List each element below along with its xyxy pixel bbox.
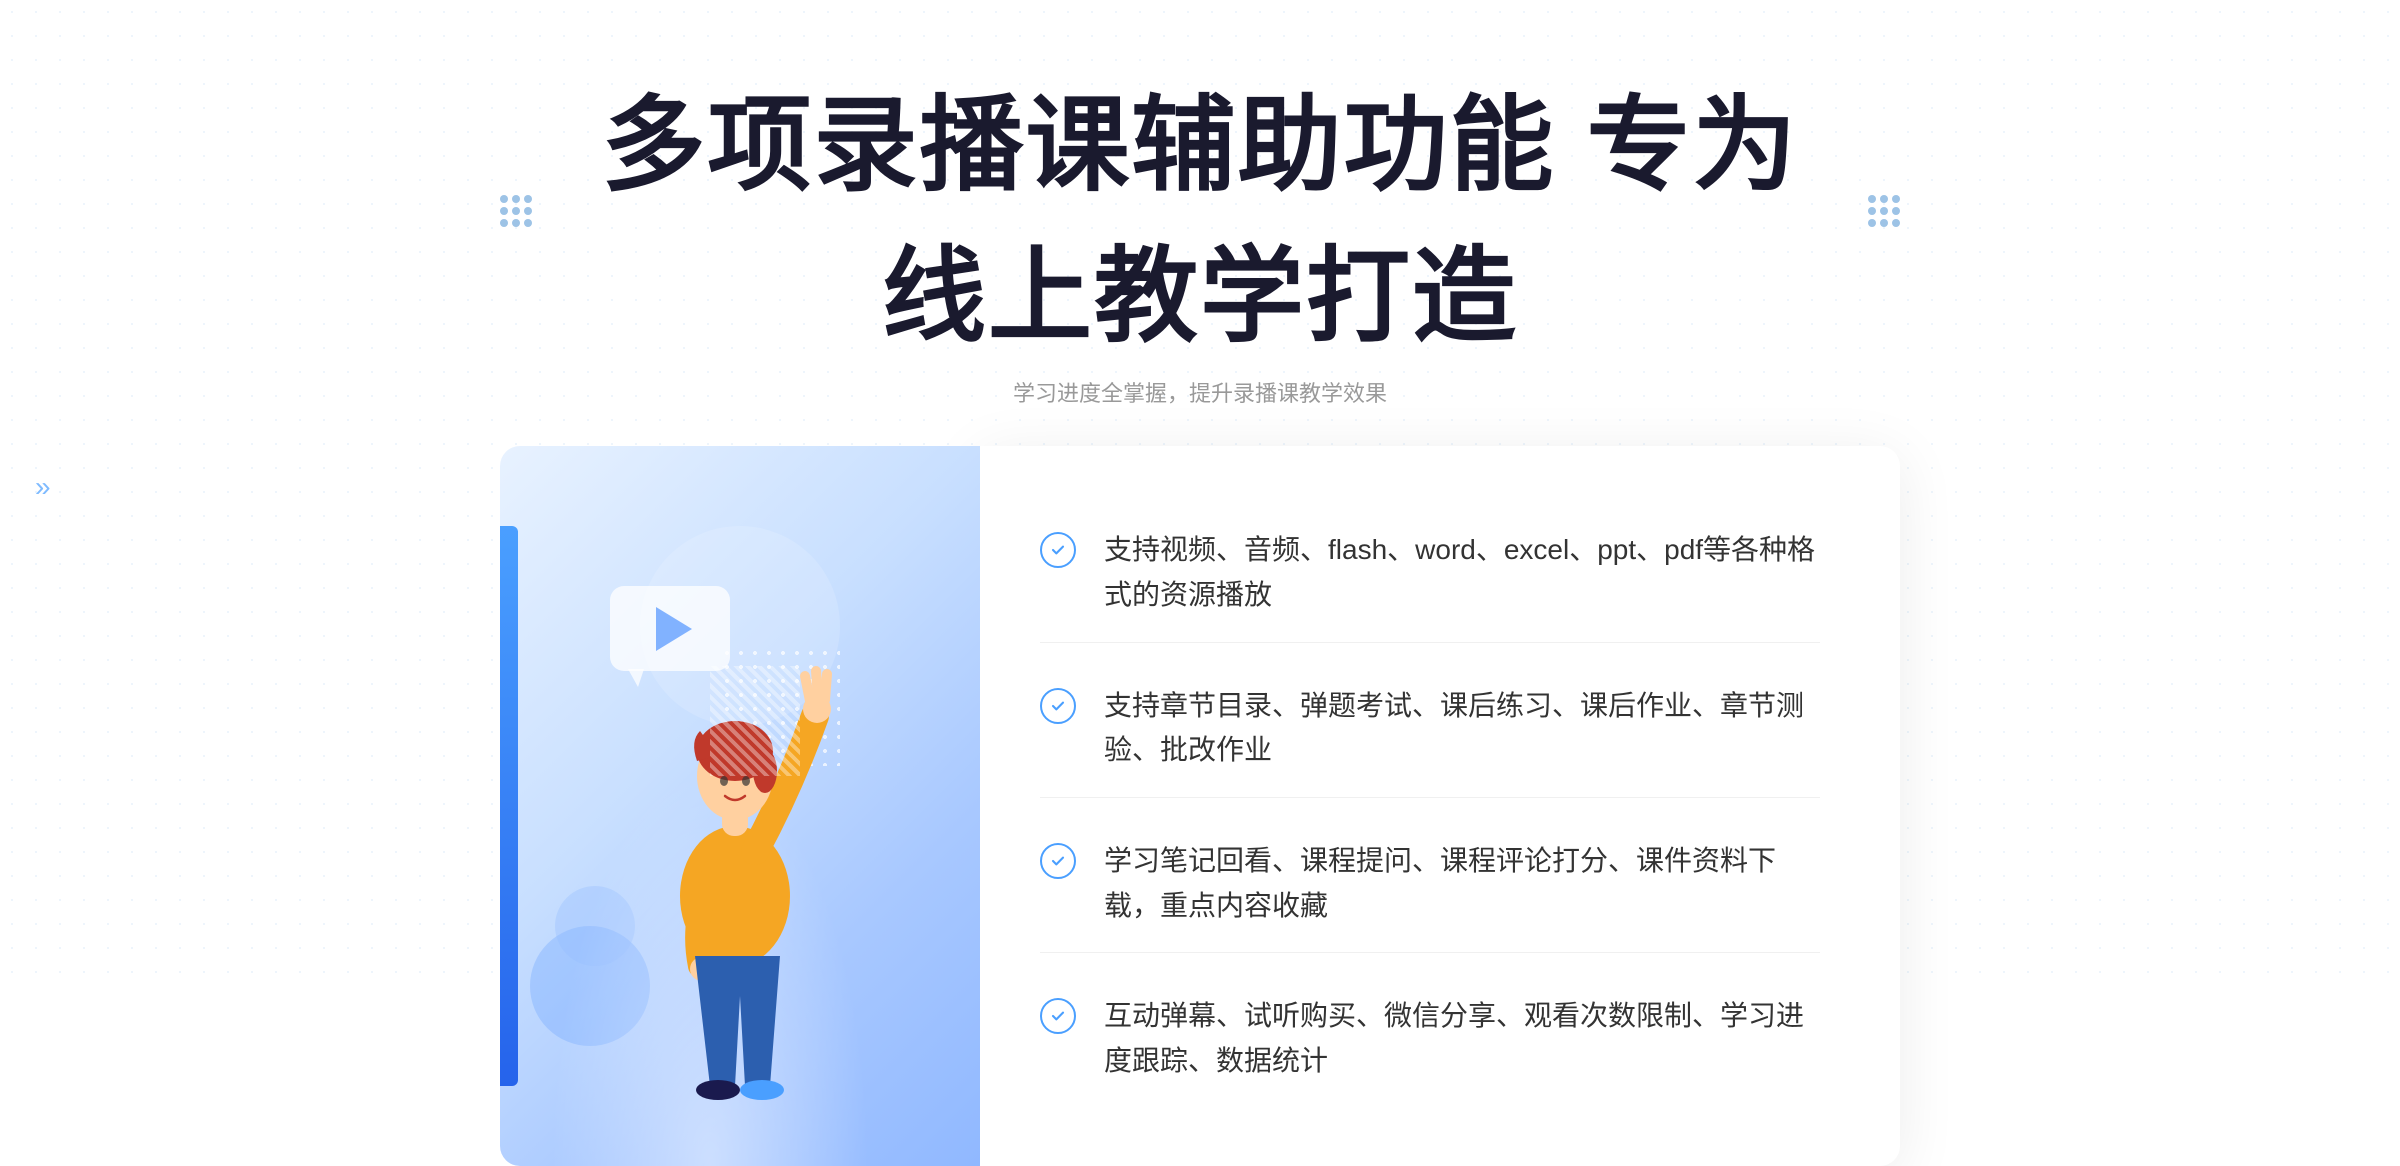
page-subtitle: 学习进度全掌握，提升录播课教学效果 xyxy=(500,376,1900,408)
feature-item-2: 支持章节目录、弹题考试、课后练习、课后作业、章节测验、批改作业 xyxy=(1040,660,1820,799)
check-circle-icon-1 xyxy=(1040,532,1076,568)
check-circle-icon-3 xyxy=(1040,843,1076,879)
header-section: 多项录播课辅助功能 专为线上教学打造 学习进度全掌握，提升录播课教学效果 xyxy=(500,60,1900,408)
feature-text-2: 支持章节目录、弹题考试、课后练习、课后作业、章节测验、批改作业 xyxy=(1104,684,1820,774)
main-content-area: 支持视频、音频、flash、word、excel、ppt、pdf等各种格式的资源… xyxy=(500,446,1900,1166)
feature-item-3: 学习笔记回看、课程提问、课程评论打分、课件资料下载，重点内容收藏 xyxy=(1040,815,1820,954)
header-title-row: 多项录播课辅助功能 专为线上教学打造 xyxy=(500,60,1900,362)
content-area: 多项录播课辅助功能 专为线上教学打造 学习进度全掌握，提升录播课教学效果 xyxy=(500,60,1900,1166)
stripe-decoration xyxy=(710,666,800,776)
chevron-left-icon: » xyxy=(35,473,51,501)
illustration-panel xyxy=(500,446,980,1166)
page-title: 多项录播课辅助功能 专为线上教学打造 xyxy=(552,60,1848,362)
feature-text-1: 支持视频、音频、flash、word、excel、ppt、pdf等各种格式的资源… xyxy=(1104,528,1820,618)
feature-text-3: 学习笔记回看、课程提问、课程评论打分、课件资料下载，重点内容收藏 xyxy=(1104,839,1820,929)
blue-accent-bar xyxy=(500,526,518,1086)
check-circle-icon-4 xyxy=(1040,998,1076,1034)
feature-text-4: 互动弹幕、试听购买、微信分享、观看次数限制、学习进度跟踪、数据统计 xyxy=(1104,994,1820,1084)
title-decoration-right xyxy=(1868,195,1900,227)
left-navigation-arrows[interactable]: » xyxy=(35,473,51,501)
title-decoration-left xyxy=(500,195,532,227)
check-circle-icon-2 xyxy=(1040,688,1076,724)
feature-item-1: 支持视频、音频、flash、word、excel、ppt、pdf等各种格式的资源… xyxy=(1040,504,1820,643)
feature-item-4: 互动弹幕、试听购买、微信分享、观看次数限制、学习进度跟踪、数据统计 xyxy=(1040,970,1820,1108)
page-wrapper: » 多项录播课辅助功能 专为线上教学打造 学习进度全掌握，提升 xyxy=(0,0,2400,974)
features-panel: 支持视频、音频、flash、word、excel、ppt、pdf等各种格式的资源… xyxy=(980,446,1900,1166)
